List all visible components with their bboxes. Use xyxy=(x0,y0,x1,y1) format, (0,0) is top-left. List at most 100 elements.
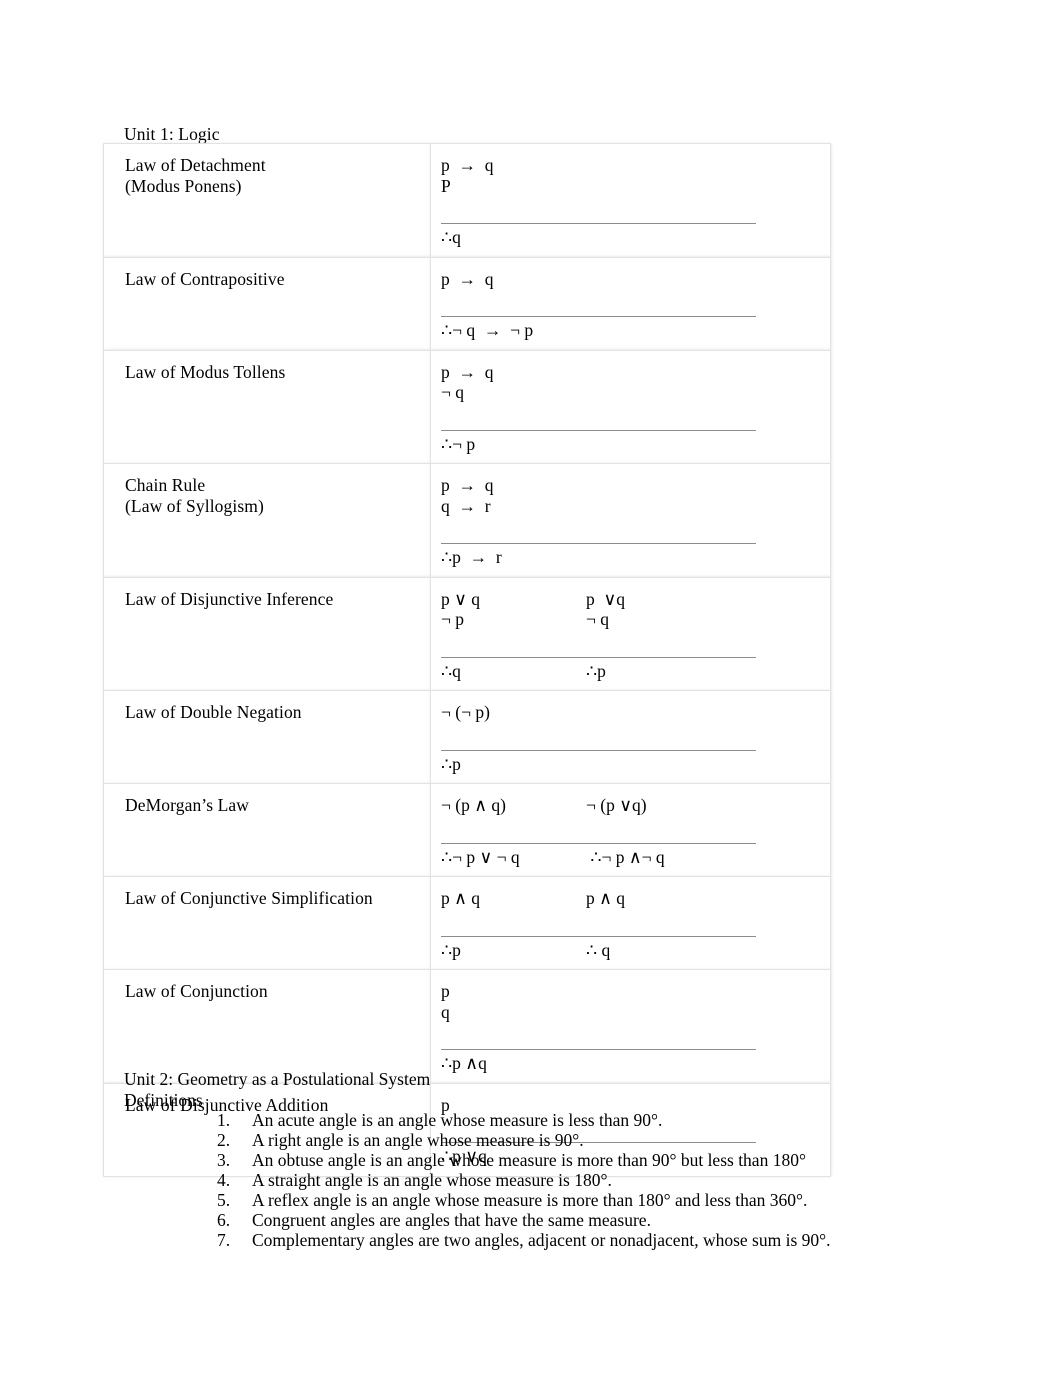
table-row: Law of Detachment (Modus Ponens) p → q P ∴q xyxy=(103,143,831,258)
premise-group: pq xyxy=(441,981,830,1022)
premise-group: p → q xyxy=(441,269,830,290)
conclusion-line: ∴q ∴p xyxy=(441,658,830,682)
premise-group: p → qq → r xyxy=(441,475,830,516)
list-item-number: 6. xyxy=(217,1210,231,1230)
inference-rule-cell: p ∨ q p ∨q ¬ p ¬ q ∴q ∴p xyxy=(430,576,831,691)
premise-line: ¬ (p ∧ q) ¬ (p ∨q) xyxy=(441,795,830,816)
law-name-primary: Law of Disjunctive Inference xyxy=(125,588,334,609)
table-row: Law of Contrapositive p → q ∴¬ q → ¬ p xyxy=(103,256,831,351)
premise-text: q → r xyxy=(441,495,491,516)
premise-group: p ∨ q p ∨q ¬ p ¬ q xyxy=(441,589,830,630)
conclusion-text-alt: ∴ q xyxy=(586,939,611,960)
rule-spacer xyxy=(441,196,830,214)
definitions-list: 1. An acute angle is an angle whose measu… xyxy=(124,1110,984,1250)
premise-text: P xyxy=(441,175,451,196)
law-name-cell: Law of Detachment (Modus Ponens) xyxy=(103,143,431,258)
rule-spacer xyxy=(441,723,830,741)
law-name-cell: Law of Disjunctive Inference xyxy=(103,576,431,691)
list-item-text: A right angle is an angle whose measure … xyxy=(252,1130,584,1150)
law-name-cell: Chain Rule (Law of Syllogism) xyxy=(103,463,431,578)
conclusion-text-alt: ∴p xyxy=(586,660,606,681)
inference-rule-cell: p → q ∴¬ q → ¬ p xyxy=(430,256,831,351)
unit2-heading: Unit 2: Geometry as a Postulational Syst… xyxy=(124,1069,431,1089)
table-row: Law of Conjunctive Simplification p ∧ qp … xyxy=(103,876,831,970)
premise-text: p → q xyxy=(441,475,494,495)
premise-group: p ∧ q p ∧ q xyxy=(441,888,830,909)
premise-group: p → qP xyxy=(441,155,830,196)
conclusion-text-alt: ∴¬ p ∧¬ q xyxy=(586,846,665,867)
inference-rule-cell: p ∧ q p ∧ q ∴p ∴ q xyxy=(430,876,831,970)
inference-rule-cell: p q ∴p ∧q xyxy=(430,969,831,1084)
premise-line: q → r xyxy=(441,496,830,517)
law-name-secondary: (Law of Syllogism) xyxy=(125,495,264,516)
table-row: Law of Conjunction p q ∴p ∧q xyxy=(103,969,831,1084)
premise-group: ¬ (¬ p) xyxy=(441,702,830,723)
law-name-cell: Law of Modus Tollens xyxy=(103,349,431,464)
premise-text: p ∨ q xyxy=(441,588,481,609)
list-item-text: A reflex angle is an angle whose measure… xyxy=(252,1190,808,1210)
premise-text: p ∧ q xyxy=(441,888,481,908)
law-name-secondary: (Modus Ponens) xyxy=(125,175,242,196)
law-name-cell: Law of Double Negation xyxy=(103,690,431,784)
premise-text: q xyxy=(441,1001,450,1022)
conclusion-line: ∴¬ p ∨ ¬ q ∴¬ p ∧¬ q xyxy=(441,844,830,868)
rule-spacer xyxy=(441,630,830,648)
law-name: Law of Double Negation xyxy=(104,691,430,723)
premise-text: p → q xyxy=(441,155,494,175)
list-item: 2. A right angle is an angle whose measur… xyxy=(124,1130,984,1150)
conclusion-text: ∴q xyxy=(441,227,461,247)
list-item-number: 3. xyxy=(217,1150,231,1170)
premise-line: ¬ p ¬ q xyxy=(441,609,830,630)
law-name: Chain Rule (Law of Syllogism) xyxy=(104,464,430,516)
list-item-text: An obtuse angle is an angle whose measur… xyxy=(252,1150,806,1170)
rule-spacer xyxy=(441,403,830,421)
law-name: Law of Contrapositive xyxy=(104,258,430,290)
premise-line: p ∨ q p ∨q xyxy=(441,589,830,610)
premise-text-alt: p ∨q xyxy=(586,588,626,609)
table-row: Chain Rule (Law of Syllogism) p → qq → r ∴p… xyxy=(103,463,831,578)
conclusion-line: ∴q xyxy=(441,224,830,248)
conclusion-text: ∴p → r xyxy=(441,547,502,567)
law-name: Law of Detachment (Modus Ponens) xyxy=(104,144,430,196)
law-name: Law of Conjunctive Simplification xyxy=(104,877,430,909)
list-item: 5. A reflex angle is an angle whose measu… xyxy=(124,1190,984,1210)
law-name-cell: Law of Conjunctive Simplification xyxy=(103,876,431,970)
list-item-text: An acute angle is an angle whose measure… xyxy=(252,1110,663,1130)
premise-text: p → q xyxy=(441,361,494,382)
conclusion-text: ∴¬ q → ¬ p xyxy=(441,320,534,340)
premise-line: q xyxy=(441,1002,830,1023)
premise-text: ¬ q xyxy=(441,382,464,402)
conclusion-line: ∴¬ q → ¬ p xyxy=(441,317,830,341)
table-row: Law of Disjunctive Inference p ∨ q p ∨q ¬ p… xyxy=(103,576,831,691)
law-name-primary: Law of Modus Tollens xyxy=(125,361,286,382)
inference-rule-cell: ¬ (p ∧ q) ¬ (p ∨q) ∴¬ p ∨ ¬ q ∴¬ p ∧¬ q xyxy=(430,783,831,877)
inference-rule-cell: p → q P ∴q xyxy=(430,143,831,258)
law-name: Law of Conjunction xyxy=(104,970,430,1002)
inference-rule: p q ∴p ∧q xyxy=(431,970,830,1083)
law-name-primary: Law of Conjunction xyxy=(125,981,268,1001)
list-item-number: 1. xyxy=(217,1110,231,1130)
inference-rule: ¬ (¬ p) ∴p xyxy=(431,691,830,783)
list-item: 6. Congruent angles are angles that have … xyxy=(124,1210,984,1230)
premise-line: p → q xyxy=(441,269,830,290)
document-page: Unit 1: Logic Law of Detachment (Modus Po… xyxy=(0,0,1062,1377)
premise-line: p → q xyxy=(441,362,830,383)
premise-line: p → q xyxy=(441,475,830,496)
law-name: DeMorgan’s Law xyxy=(104,784,430,816)
rule-spacer xyxy=(441,1022,830,1040)
list-item: 7. Complementary angles are two angles, a… xyxy=(124,1230,984,1250)
list-item-text: Congruent angles are angles that have th… xyxy=(252,1210,651,1230)
rule-spacer xyxy=(441,289,830,307)
law-name-primary: Law of Contrapositive xyxy=(125,268,285,289)
list-item-number: 2. xyxy=(217,1130,231,1150)
premise-line: p → q xyxy=(441,155,830,176)
inference-rule: p ∨ q p ∨q ¬ p ¬ q ∴q ∴p xyxy=(431,578,830,691)
inference-rule-cell: ¬ (¬ p) ∴p xyxy=(430,690,831,784)
conclusion-text: ∴p xyxy=(441,753,461,774)
unit2-subheading: Definitions xyxy=(124,1089,203,1110)
list-item-number: 5. xyxy=(217,1190,231,1210)
conclusion-text: ∴p xyxy=(441,939,461,960)
conclusion-text: ∴¬ p ∨ ¬ q xyxy=(441,846,520,867)
list-item: 1. An acute angle is an angle whose measu… xyxy=(124,1110,984,1130)
inference-rule: p ∧ q p ∧ q ∴p ∴ q xyxy=(431,877,830,969)
